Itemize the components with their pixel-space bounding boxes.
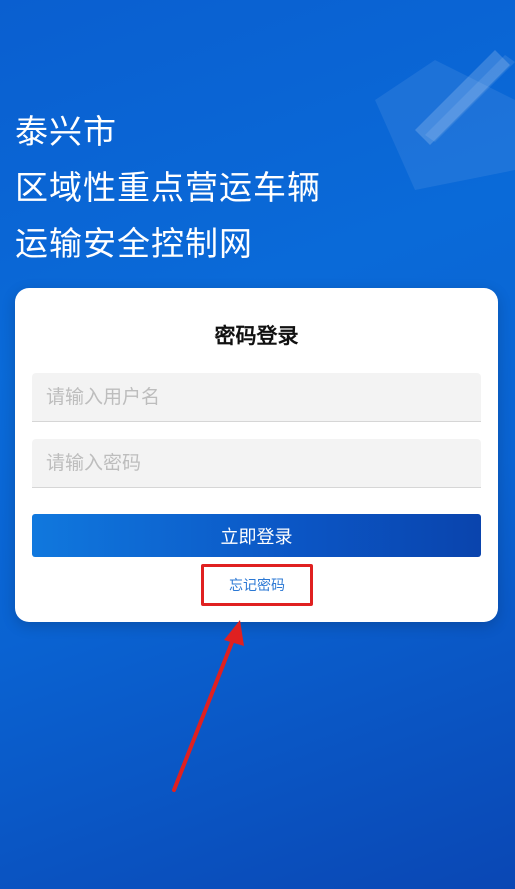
forgot-password-label: 忘记密码 <box>229 578 285 594</box>
background-decoration <box>375 50 515 190</box>
title-line-1: 泰兴市 <box>15 112 117 151</box>
forgot-password-link[interactable]: 忘记密码 <box>201 564 313 606</box>
password-input[interactable] <box>32 439 481 488</box>
app-title: 泰兴市 区域性重点营运车辆 运输安全控制网 <box>15 104 321 272</box>
login-card: 密码登录 立即登录 忘记密码 <box>15 288 498 622</box>
title-line-2: 区域性重点营运车辆 <box>15 168 321 207</box>
title-line-3: 运输安全控制网 <box>15 224 253 263</box>
login-title: 密码登录 <box>214 324 299 348</box>
username-input[interactable] <box>32 373 481 422</box>
login-button[interactable]: 立即登录 <box>32 514 481 557</box>
